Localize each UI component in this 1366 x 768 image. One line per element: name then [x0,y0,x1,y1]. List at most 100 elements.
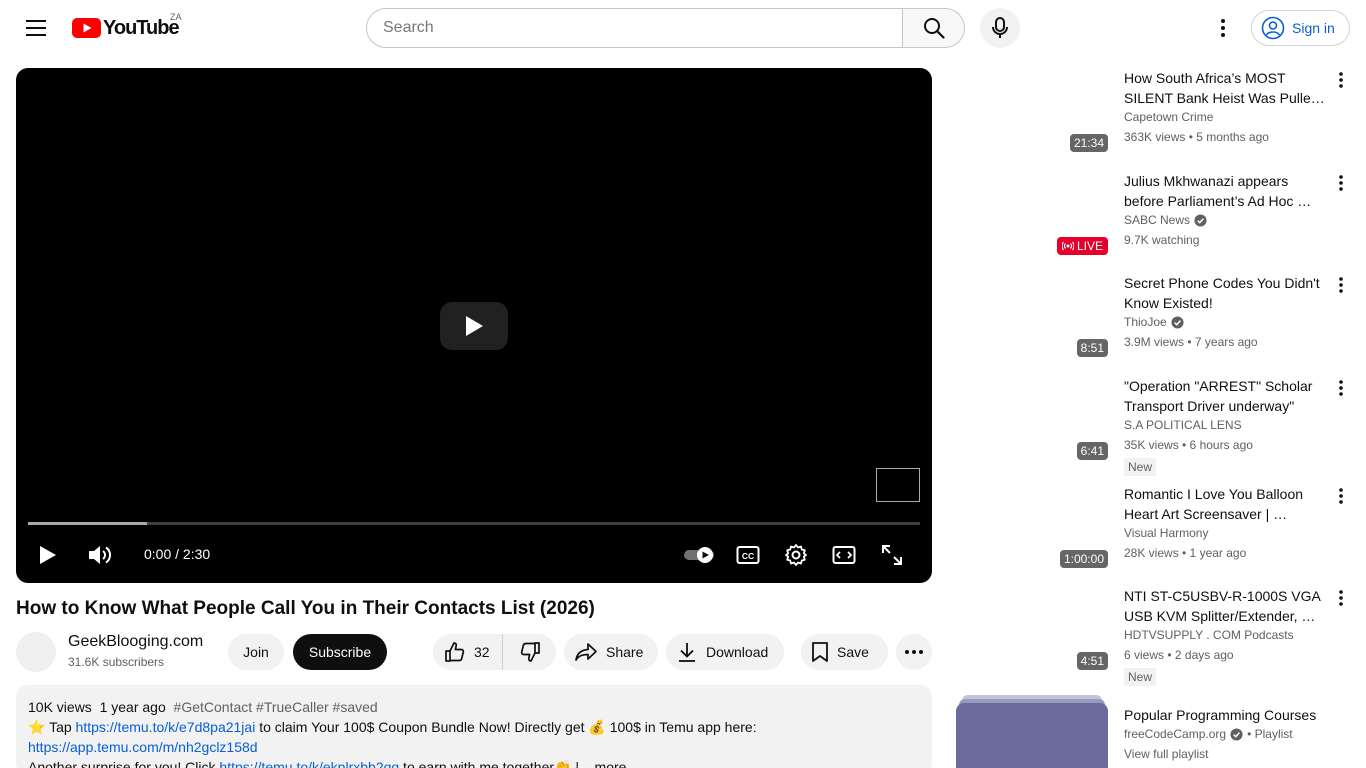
description-box[interactable]: 10K views 1 year ago #GetContact #TrueCa… [16,685,932,768]
channel-avatar[interactable] [16,632,56,672]
video-title-link[interactable]: Julius Mkhwanazi appears before Parliamen… [1124,171,1328,211]
channel-name[interactable]: ThioJoe [1124,315,1184,329]
video-thumbnail[interactable]: 8:51 [956,273,1112,361]
video-player[interactable]: 0:00 / 2:30 CC [16,68,932,583]
video-thumbnail[interactable]: 6:41 [956,376,1112,464]
recommended-video[interactable]: LIVE Julius Mkhwanazi appears before Parli… [956,171,1350,267]
like-button[interactable]: 32 [433,634,503,670]
recommended-video[interactable]: 8:51 Secret Phone Codes You Didn't Know Ex… [956,273,1350,369]
progress-bar[interactable] [28,522,920,525]
sign-in-button[interactable]: Sign in [1251,10,1350,46]
video-thumbnail[interactable]: 4:51 [956,586,1112,674]
like-dislike-group: 32 [433,634,556,670]
dislike-button[interactable] [503,634,556,670]
join-button[interactable]: Join [228,634,284,670]
download-button[interactable]: Download [666,634,784,670]
temu-link-2[interactable]: https://temu.to/k/ekplrxbb2qq [219,759,399,768]
recommended-video[interactable]: 6:41 "Operation "ARREST" Scholar Transport… [956,376,1350,476]
video-title-line: Secret Phone Codes You Didn't [1124,275,1320,291]
video-menu-button[interactable] [1332,486,1350,506]
voice-search-button[interactable] [980,8,1020,48]
view-count: 10K views [28,699,92,715]
fullscreen-button[interactable] [876,538,908,572]
channel-name[interactable]: Capetown Crime [1124,110,1213,124]
play-pause-button[interactable] [32,538,64,572]
autoplay-toggle[interactable] [682,538,716,572]
verified-badge-icon [1171,315,1184,329]
temu-app-link[interactable]: https://app.temu.com/m/nh2gclz158d [28,739,258,755]
share-icon [575,643,597,661]
video-thumbnail[interactable]: 1:00:00 [956,484,1112,572]
description-meta-line: 10K views 1 year ago #GetContact #TrueCa… [28,697,920,717]
captions-button[interactable]: CC [732,538,764,572]
video-meta: 363K views • 5 months ago [1124,130,1269,144]
playlist-thumbnail[interactable] [956,695,1112,768]
video-title-link[interactable]: Secret Phone Codes You Didn't Know Existe… [1124,273,1328,313]
video-menu-button[interactable] [1332,173,1350,193]
share-button[interactable]: Share [564,634,658,670]
share-label: Share [606,644,644,660]
description-line-1: ⭐ Tap https://temu.to/k/e7d8pa21jai to c… [28,717,920,737]
video-title-line: Know Existed! [1124,295,1213,311]
youtube-play-logo-icon [72,18,101,38]
hamburger-icon [26,20,46,36]
video-menu-button[interactable] [1332,588,1350,608]
progress-bar-loaded [28,522,147,525]
hashtags[interactable]: #GetContact #TrueCaller #saved [174,699,378,715]
channel-name[interactable]: Visual Harmony [1124,526,1208,540]
svg-text:CC: CC [742,551,754,561]
playlist-channel[interactable]: freeCodeCamp.org • Playlist [1124,727,1293,741]
recommended-video[interactable]: 1:00:00 Romantic I Love You Balloon Heart … [956,484,1350,580]
view-full-playlist-link[interactable]: View full playlist [1124,747,1208,761]
large-play-button[interactable] [440,302,508,350]
more-vertical-icon [1339,380,1343,396]
video-menu-button[interactable] [1332,70,1350,90]
mute-button[interactable] [84,538,118,572]
duration-badge: 6:41 [1076,442,1108,460]
playlist-title[interactable]: Popular Programming Courses [1124,705,1328,725]
channel-name[interactable]: S.A POLITICAL LENS [1124,418,1242,432]
video-title-link[interactable]: NTI ST-C5USBV-R-1000S VGA USB KVM Splitte… [1124,586,1328,626]
video-title-link[interactable]: How South Africa’s MOST SILENT Bank Heist… [1124,68,1328,108]
recommended-video[interactable]: 21:34 How South Africa’s MOST SILENT Bank … [956,68,1350,164]
join-label: Join [243,644,269,660]
video-menu-button[interactable] [1332,378,1350,398]
duration-badge: 1:00:00 [1059,550,1108,568]
channel-name[interactable]: SABC News [1124,213,1207,227]
description-line-2: https://app.temu.com/m/nh2gclz158d [28,737,920,757]
channel-name[interactable]: HDTVSUPPLY . COM Podcasts [1124,628,1294,642]
video-menu-button[interactable] [1332,275,1350,295]
search-button[interactable] [902,8,965,48]
settings-menu-button[interactable] [1203,8,1243,48]
video-title-link[interactable]: "Operation "ARREST" Scholar Transport Dri… [1124,376,1328,416]
video-thumbnail[interactable]: LIVE [956,171,1112,259]
guide-menu-button[interactable] [16,8,56,48]
video-meta: 6 views • 2 days ago [1124,648,1234,662]
youtube-logo[interactable]: YouTube ZA [72,12,182,39]
temu-link-1[interactable]: https://temu.to/k/e7d8pa21jai [76,719,256,735]
account-circle-icon [1261,16,1285,40]
search-input[interactable] [366,8,902,48]
show-more-button[interactable]: ...more [583,759,627,768]
description-text: Another surprise for you! Click [28,759,220,768]
duration-badge: 4:51 [1076,652,1108,670]
channel-name-link[interactable]: GeekBlooging.com [68,633,203,651]
video-title-link[interactable]: Romantic I Love You Balloon Heart Art Scr… [1124,484,1328,524]
save-button[interactable]: Save [801,634,888,670]
subscribe-button[interactable]: Subscribe [293,634,387,670]
theater-mode-button[interactable] [828,538,860,572]
channel-name-text: ThioJoe [1124,315,1167,329]
video-meta: 35K views • 6 hours ago [1124,438,1253,452]
playlist-kind: • Playlist [1247,727,1293,741]
playlist-item[interactable]: Popular Programming Courses freeCodeCamp… [956,695,1350,768]
description-line-3: Another surprise for you! Click https://… [28,757,920,768]
settings-button[interactable] [780,538,812,572]
play-icon [40,546,56,564]
thumbs-down-icon [520,642,540,662]
closed-captions-icon: CC [736,546,760,564]
recommended-video[interactable]: 4:51 NTI ST-C5USBV-R-1000S VGA USB KVM Spl… [956,586,1350,686]
video-thumbnail[interactable]: 21:34 [956,68,1112,156]
gear-icon [785,544,807,566]
logo-wordmark: YouTube [103,16,180,39]
more-actions-button[interactable] [896,634,932,670]
